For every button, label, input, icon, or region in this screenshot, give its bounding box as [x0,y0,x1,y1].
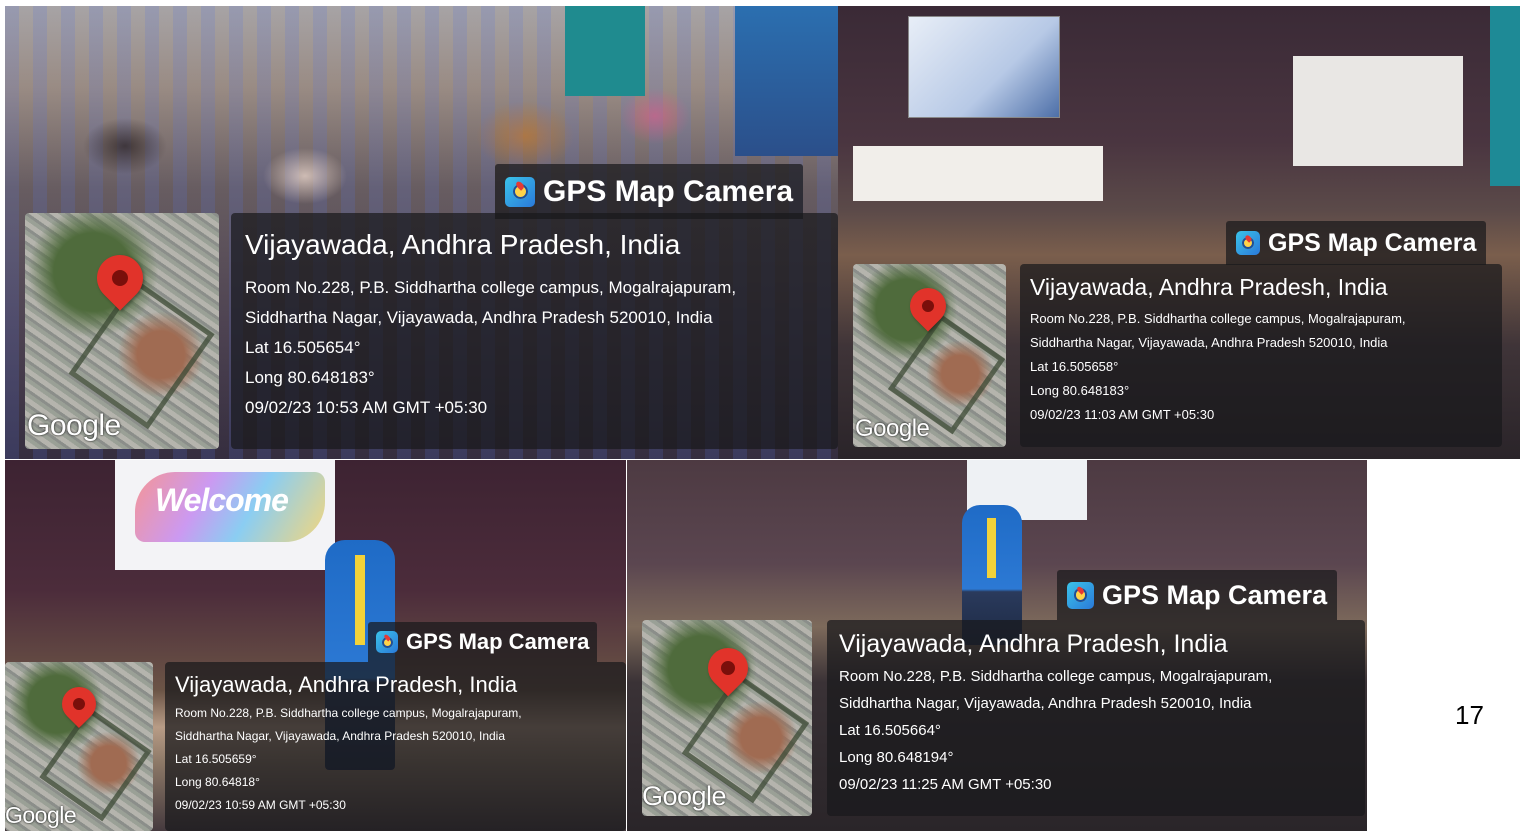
map-thumbnail: Google [642,620,812,816]
google-logo: Google [27,409,121,442]
page-number: 17 [1455,700,1484,730]
longitude: Long 80.648183° [1030,383,1130,398]
latitude: Lat 16.505664° [839,722,941,739]
map-thumbnail: Google [25,213,219,449]
badge-label: GPS Map Camera [1268,228,1477,257]
place-name: Vijayawada, Andhra Pradesh, India [839,630,1228,658]
google-logo: Google [642,781,727,811]
latitude: Lat 16.505658° [1030,359,1119,374]
wall-panel [735,6,838,156]
address-line: Room No.228, P.B. Siddhartha college cam… [175,706,522,720]
address-line: Room No.228, P.B. Siddhartha college cam… [839,668,1273,685]
gps-camera-badge: GPS Map Camera [1226,221,1487,265]
badge-label: GPS Map Camera [1102,579,1328,610]
latitude: Lat 16.505659° [175,752,257,766]
badge-label: GPS Map Camera [406,629,590,654]
wall-panel [565,6,645,96]
address-line: Siddhartha Nagar, Vijayawada, Andhra Pra… [1030,335,1388,350]
geotagged-photo-3: Welcome GPS Map Camera Google Vijayawada… [5,460,626,831]
map-thumbnail: Google [5,662,153,831]
gps-map-camera-icon [505,176,535,207]
timestamp: 09/02/23 10:59 AM GMT +05:30 [175,798,346,812]
longitude: Long 80.648194° [839,749,954,766]
google-logo: Google [855,415,930,442]
location-info-box: Vijayawada, Andhra Pradesh, India Room N… [1020,264,1502,447]
wall-panel [1490,6,1520,186]
gps-camera-badge: GPS Map Camera [368,622,598,662]
stage-table [853,146,1103,201]
address-line: Siddhartha Nagar, Vijayawada, Andhra Pra… [245,308,713,327]
gps-map-camera-icon [376,631,398,653]
location-info-box: Vijayawada, Andhra Pradesh, India Room N… [231,213,838,449]
slide-text: Welcome [155,482,289,518]
map-thumbnail: Google [853,264,1006,447]
whiteboard [1293,56,1463,166]
gps-map-camera-icon [1236,231,1260,255]
place-name: Vijayawada, Andhra Pradesh, India [245,229,681,260]
address-line: Siddhartha Nagar, Vijayawada, Andhra Pra… [839,695,1252,712]
address-line: Room No.228, P.B. Siddhartha college cam… [1030,311,1406,326]
geotagged-photo-2: GPS Map Camera Google Vijayawada, Andhra… [838,6,1520,459]
projector-screen [908,16,1060,118]
longitude: Long 80.648183° [245,368,375,387]
latitude: Lat 16.505654° [245,338,361,357]
location-info-box: Vijayawada, Andhra Pradesh, India Room N… [165,662,626,831]
place-name: Vijayawada, Andhra Pradesh, India [175,672,518,697]
gps-camera-badge: GPS Map Camera [495,164,804,219]
place-name: Vijayawada, Andhra Pradesh, India [1030,274,1388,300]
badge-label: GPS Map Camera [543,174,794,208]
google-logo: Google [5,802,77,828]
address-line: Room No.228, P.B. Siddhartha college cam… [245,278,737,297]
gps-map-camera-icon [1067,581,1094,609]
location-info-box: Vijayawada, Andhra Pradesh, India Room N… [827,620,1365,816]
address-line: Siddhartha Nagar, Vijayawada, Andhra Pra… [175,729,506,743]
timestamp: 09/02/23 11:25 AM GMT +05:30 [839,776,1052,793]
timestamp: 09/02/23 11:03 AM GMT +05:30 [1030,407,1215,422]
geotagged-photo-1: GPS Map Camera Google Vijayawada, Andhra… [5,6,838,459]
geotagged-photo-4: GPS Map Camera Google Vijayawada, Andhra… [627,460,1367,831]
timestamp: 09/02/23 10:53 AM GMT +05:30 [245,398,488,417]
longitude: Long 80.64818° [175,775,260,789]
gps-camera-badge: GPS Map Camera [1057,570,1338,620]
